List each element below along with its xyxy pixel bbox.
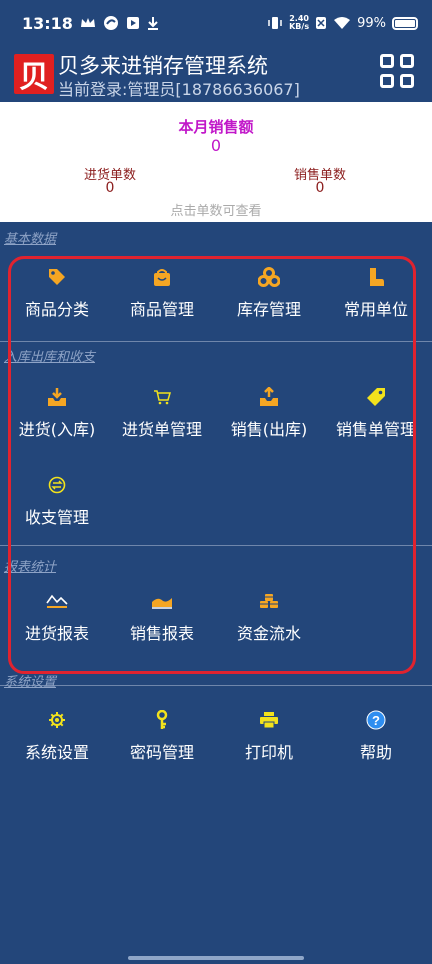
menu-item-help[interactable]: ? 帮助 — [322, 709, 430, 769]
menu-item-inventory[interactable]: 库存管理 — [215, 266, 323, 326]
menu-item-label: 常用单位 — [343, 300, 408, 319]
grid-menu-icon[interactable] — [380, 54, 416, 90]
sales-summary: 本月销售额 0 进货单数 0 销售单数 0 点击单数可查看 — [0, 102, 432, 222]
menu-item-password[interactable]: 密码管理 — [108, 709, 216, 769]
summary-hint: 点击单数可查看 — [170, 204, 262, 219]
menu-item-label: 商品管理 — [129, 300, 194, 319]
section-divider — [0, 685, 432, 686]
price-tag-icon — [320, 386, 432, 408]
no-sim-icon — [315, 16, 327, 30]
cart-icon — [108, 386, 216, 408]
menu-item-label: 打印机 — [244, 743, 293, 762]
menu-item-label: 系统设置 — [24, 743, 89, 762]
network-speed: 2.40 KB/s — [289, 14, 310, 31]
download-icon — [147, 16, 159, 30]
sales-count-value[interactable]: 0 — [260, 180, 380, 196]
gear-icon — [3, 709, 111, 731]
menu-item-sales-orders[interactable]: 销售单管理 — [320, 386, 432, 446]
menu-item-sales-report[interactable]: 销售报表 — [108, 590, 216, 650]
section-title-reports: 报表统计 — [4, 560, 57, 575]
key-icon — [108, 709, 216, 731]
menu-item-label: 收支管理 — [24, 508, 89, 527]
wifi-icon — [333, 16, 351, 30]
boxes-icon — [215, 266, 323, 288]
menu-item-label: 库存管理 — [236, 300, 301, 319]
section-title-basic: 基本数据 — [4, 232, 57, 247]
status-time: 13:18 — [22, 13, 73, 33]
menu-item-cash-flow[interactable]: 资金流水 — [215, 590, 323, 650]
section-divider — [0, 545, 432, 546]
menu-item-label: 进货单管理 — [121, 420, 202, 439]
battery-icon — [392, 16, 418, 30]
area-chart-icon — [108, 590, 216, 612]
status-bar: 13:18 2.40 KB/s 99% — [0, 0, 432, 46]
boot-icon — [322, 266, 430, 288]
menu-item-label: 销售报表 — [129, 624, 194, 643]
menu-item-products[interactable]: 商品管理 — [108, 266, 216, 326]
menu-item-purchase-orders[interactable]: 进货单管理 — [108, 386, 216, 446]
menu-item-purchase-in[interactable]: 进货(入库) — [3, 386, 111, 446]
menu-item-label: 销售(出库) — [230, 420, 308, 439]
menu-item-label: 资金流水 — [236, 624, 301, 643]
section-divider — [0, 341, 432, 342]
menu-item-purchase-report[interactable]: 进货报表 — [3, 590, 111, 650]
play-app-icon — [126, 16, 140, 30]
tag-icon — [3, 266, 111, 288]
inbox-in-icon — [3, 386, 111, 408]
app-header: 贝 贝多来进销存管理系统 当前登录:管理员[18786636067] — [0, 46, 432, 102]
shopping-bag-icon — [108, 266, 216, 288]
menu-item-units[interactable]: 常用单位 — [322, 266, 430, 326]
svg-text:?: ? — [372, 713, 380, 728]
section-title-inout: 入库出库和收支 — [4, 350, 96, 365]
menu-item-label: 进货报表 — [24, 624, 89, 643]
menu-item-finance[interactable]: 收支管理 — [3, 474, 111, 534]
menu-item-label: 密码管理 — [129, 743, 194, 762]
sync-app-icon — [103, 15, 119, 31]
menu-item-category[interactable]: 商品分类 — [3, 266, 111, 326]
exchange-icon — [3, 474, 111, 496]
month-sales-value: 0 — [210, 136, 222, 155]
vibrate-icon — [267, 16, 283, 30]
month-sales-label: 本月销售额 — [178, 118, 254, 136]
coins-icon — [215, 590, 323, 612]
battery-percent: 99% — [357, 15, 386, 31]
menu-item-label: 销售单管理 — [335, 420, 416, 439]
menu-item-system-settings[interactable]: 系统设置 — [3, 709, 111, 769]
purchase-count-value[interactable]: 0 — [50, 180, 170, 196]
menu-item-label: 进货(入库) — [18, 420, 96, 439]
current-user: 当前登录:管理员[18786636067] — [58, 80, 300, 99]
menu-item-printer[interactable]: 打印机 — [215, 709, 323, 769]
crown-icon — [80, 17, 96, 29]
menu-item-label: 商品分类 — [24, 300, 89, 319]
home-indicator[interactable] — [128, 956, 304, 960]
printer-icon — [215, 709, 323, 731]
menu-item-sales-out[interactable]: 销售(出库) — [215, 386, 323, 446]
line-chart-icon — [3, 590, 111, 612]
menu-item-label: 帮助 — [359, 743, 392, 762]
section-title-settings: 系统设置 — [4, 675, 57, 690]
help-icon: ? — [322, 709, 430, 731]
inbox-out-icon — [215, 386, 323, 408]
app-logo: 贝 — [14, 54, 54, 95]
